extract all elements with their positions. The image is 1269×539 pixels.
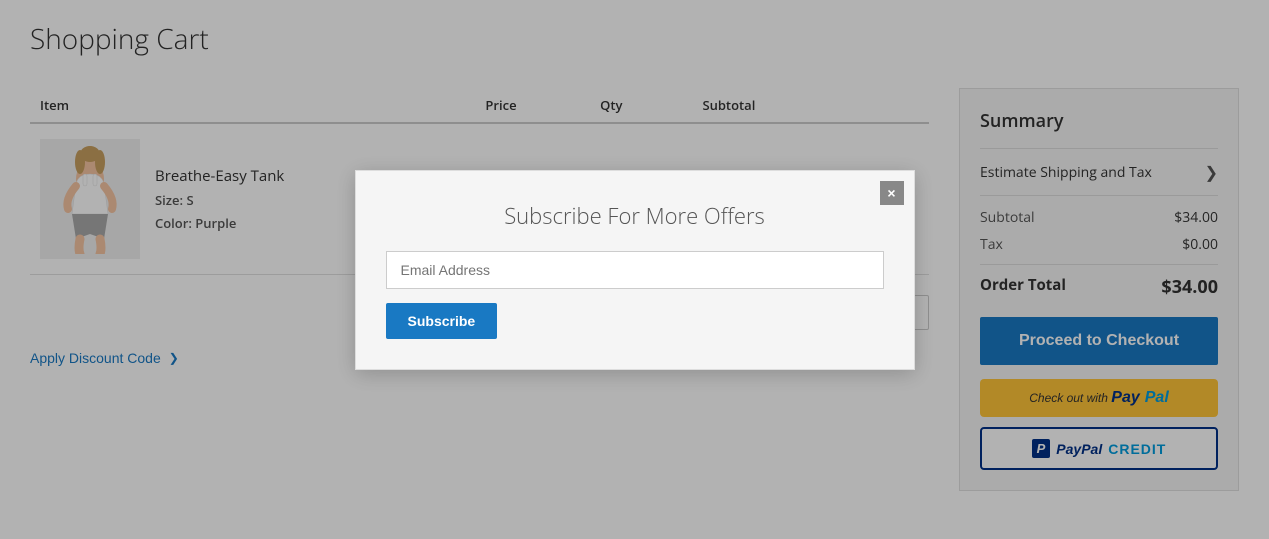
modal-close-button[interactable]: × bbox=[880, 181, 904, 205]
modal-overlay[interactable]: × Subscribe For More Offers Subscribe bbox=[0, 0, 1269, 539]
modal-title: Subscribe For More Offers bbox=[386, 201, 884, 231]
email-input[interactable] bbox=[386, 251, 884, 289]
subscribe-button[interactable]: Subscribe bbox=[386, 303, 498, 339]
subscribe-modal: × Subscribe For More Offers Subscribe bbox=[355, 170, 915, 370]
